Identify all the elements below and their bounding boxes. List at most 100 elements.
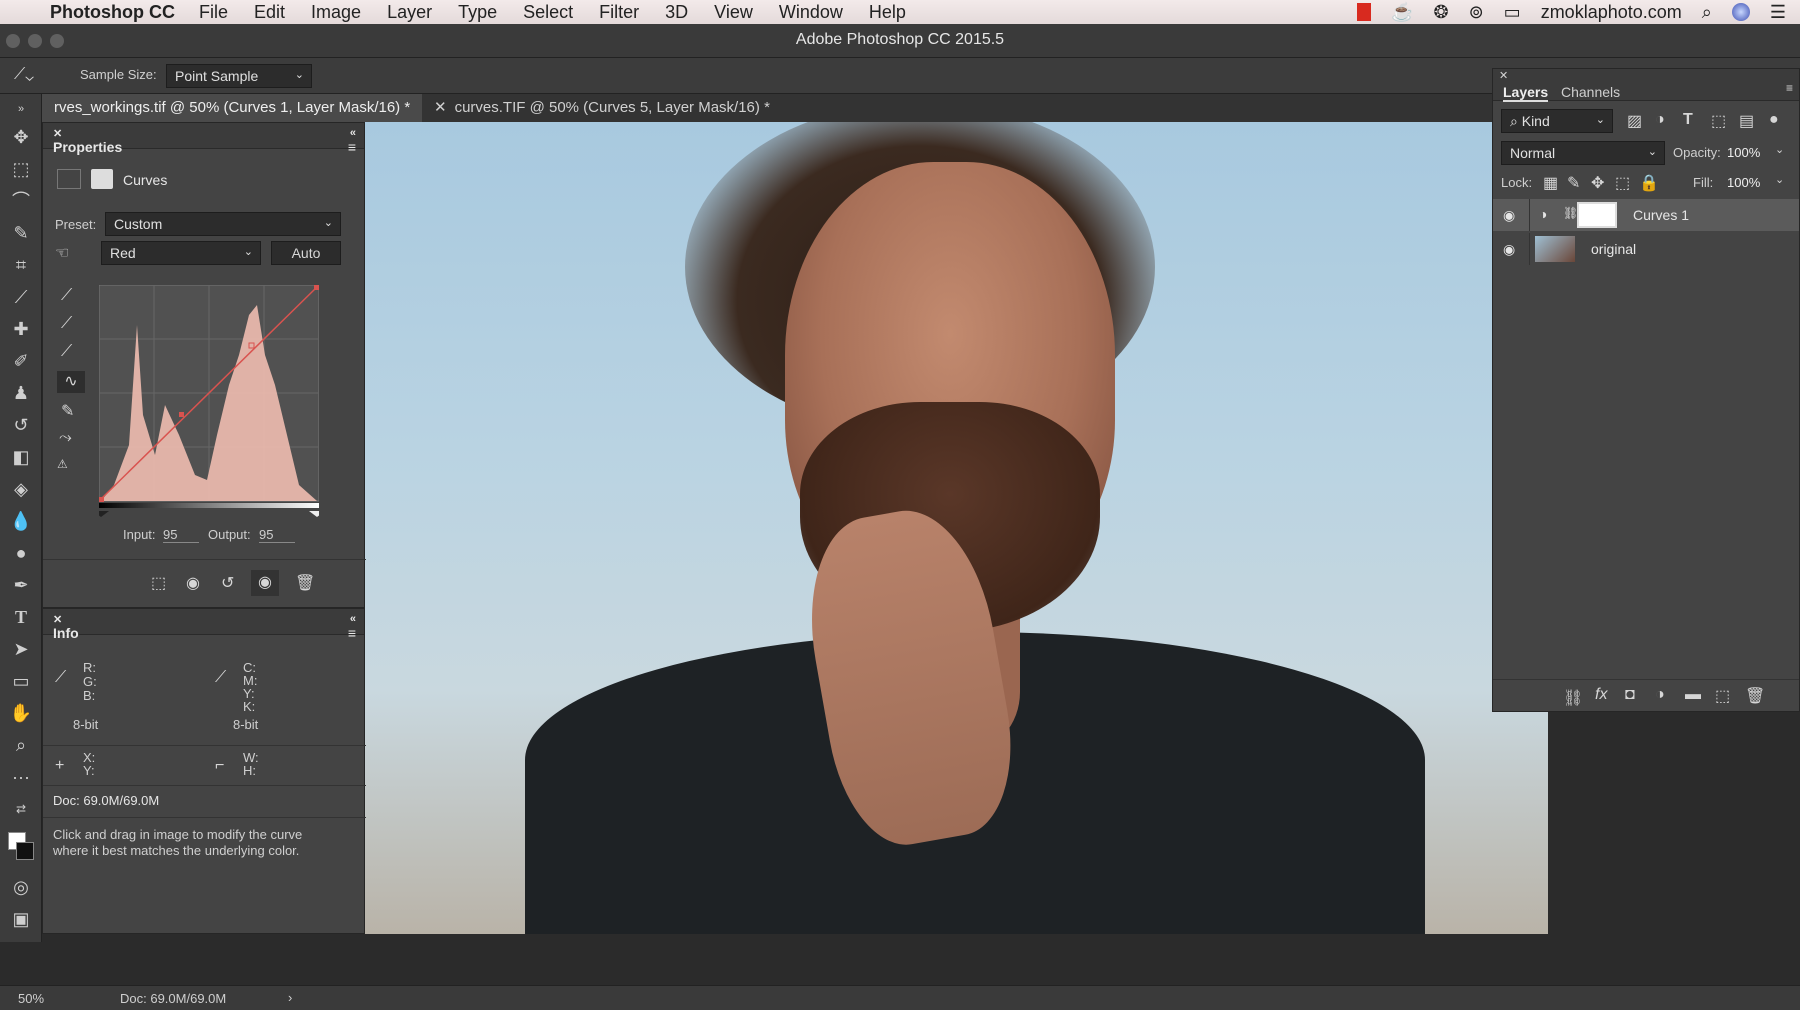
eyedropper-tool-preset-icon[interactable]: ⟋⌄ <box>14 66 34 84</box>
tab-channels[interactable]: Channels <box>1561 84 1620 100</box>
layer-row-curves[interactable]: ◉ ◑ ⛓ Curves 1 <box>1493 199 1799 231</box>
shape-tool-icon[interactable]: ▭ <box>6 668 36 694</box>
view-previous-icon[interactable]: ◉ <box>186 573 200 593</box>
lock-all-icon[interactable]: 🔒 <box>1639 173 1659 193</box>
filter-toggle-icon[interactable]: ● <box>1769 111 1779 129</box>
eyedropper-tool-icon[interactable]: ⟋ <box>6 284 36 310</box>
eraser-tool-icon[interactable]: ◧ <box>6 444 36 470</box>
menu-filter[interactable]: Filter <box>599 2 639 23</box>
notification-list-icon[interactable]: ☰ <box>1770 2 1786 23</box>
pencil-draw-icon[interactable]: ✎ <box>61 401 74 421</box>
layer-thumbnail[interactable] <box>1535 236 1575 262</box>
airplay-icon[interactable]: ▭ <box>1504 2 1521 23</box>
gray-point-eyedropper-icon[interactable]: ⟋ <box>61 315 72 333</box>
marquee-tool-icon[interactable]: ⬚ <box>6 156 36 182</box>
new-layer-icon[interactable]: ⬚ <box>1715 686 1730 706</box>
layer-name[interactable]: original <box>1591 241 1636 257</box>
lasso-tool-icon[interactable]: ⌒ <box>6 188 36 214</box>
visibility-eye-icon[interactable]: ◉ <box>1503 241 1515 258</box>
smooth-curve-icon[interactable]: ⤳ <box>59 429 72 447</box>
document-canvas[interactable] <box>365 122 1548 934</box>
panel-menu-icon[interactable]: ≡ <box>348 625 356 641</box>
toolbar-collapse-icon[interactable]: » <box>6 96 36 122</box>
healing-brush-tool-icon[interactable]: ✚ <box>6 316 36 342</box>
menu-app-name[interactable]: Photoshop CC <box>50 2 175 23</box>
fill-value[interactable]: 100% <box>1727 175 1760 190</box>
pen-tool-icon[interactable]: ✒ <box>6 572 36 598</box>
menu-layer[interactable]: Layer <box>387 2 432 23</box>
opacity-value[interactable]: 100% <box>1727 145 1760 160</box>
filter-type-icon[interactable]: T <box>1683 111 1693 129</box>
visibility-eye-icon[interactable]: ◉ <box>251 570 279 596</box>
panel-menu-icon[interactable]: ≡ <box>348 139 356 155</box>
background-color-swatch[interactable] <box>16 842 34 860</box>
layer-filter-select[interactable]: ⌕ Kind ⌄ <box>1501 109 1613 133</box>
link-icon[interactable]: ⛓ <box>1563 206 1578 220</box>
white-point-eyedropper-icon[interactable]: ⟋ <box>61 343 72 361</box>
more-tools-icon[interactable]: ··· <box>6 764 36 790</box>
type-tool-icon[interactable]: T <box>6 604 36 630</box>
screen-mode-icon[interactable]: ▣ <box>6 906 36 932</box>
menu-edit[interactable]: Edit <box>254 2 285 23</box>
brush-tool-icon[interactable]: ✐ <box>6 348 36 374</box>
crop-tool-icon[interactable]: ⌗ <box>6 252 36 278</box>
paint-bucket-tool-icon[interactable]: ◈ <box>6 476 36 502</box>
delete-icon[interactable]: 🗑 <box>295 573 315 593</box>
curves-graph[interactable] <box>99 285 319 517</box>
new-adjustment-icon[interactable]: ◑ <box>1655 686 1665 704</box>
tab-layers[interactable]: Layers <box>1503 84 1549 102</box>
swap-colors-icon[interactable]: ⇄ <box>6 796 36 822</box>
auto-button[interactable]: Auto <box>271 241 341 265</box>
channel-select[interactable]: Red ⌄ <box>101 241 261 265</box>
creative-cloud-icon[interactable]: ❂ <box>1433 2 1448 23</box>
quick-mask-icon[interactable]: ◎ <box>6 874 36 900</box>
clip-to-layer-icon[interactable]: ⬚ <box>151 573 166 593</box>
menu-file[interactable]: File <box>199 2 228 23</box>
panel-collapse-icon[interactable]: « <box>350 613 356 625</box>
zoom-level[interactable]: 50% <box>18 991 44 1006</box>
layer-name[interactable]: Curves 1 <box>1633 207 1689 223</box>
tab-document-2[interactable]: ✕ curves.TIF @ 50% (Curves 5, Layer Mask/… <box>422 94 782 122</box>
dodge-tool-icon[interactable]: ● <box>6 540 36 566</box>
filter-shape-icon[interactable]: ⬚ <box>1711 111 1726 131</box>
visibility-eye-icon[interactable]: ◉ <box>1503 207 1515 224</box>
clipping-warning-icon[interactable]: ⚠ <box>57 457 68 471</box>
black-point-eyedropper-icon[interactable]: ⟋ <box>61 287 72 305</box>
filter-pixel-icon[interactable]: ▨ <box>1627 111 1642 131</box>
menu-view[interactable]: View <box>714 2 753 23</box>
chevron-down-icon[interactable]: ⌄ <box>1775 143 1784 156</box>
sample-size-select[interactable]: Point Sample ⌄ <box>166 64 312 88</box>
input-field[interactable]: 95 <box>163 527 199 543</box>
blur-tool-icon[interactable]: 💧 <box>6 508 36 534</box>
search-icon[interactable]: ⌕ <box>1702 2 1712 23</box>
siri-icon[interactable] <box>1731 3 1750 21</box>
blend-mode-select[interactable]: Normal ⌄ <box>1501 141 1665 165</box>
status-menu-arrow-icon[interactable]: › <box>288 990 292 1005</box>
chevron-down-icon[interactable]: ⌄ <box>1775 173 1784 186</box>
clone-stamp-tool-icon[interactable]: ♟ <box>6 380 36 406</box>
link-layers-icon[interactable]: ⛓ <box>1563 688 1583 708</box>
menu-type[interactable]: Type <box>458 2 497 23</box>
quick-select-tool-icon[interactable]: ✎ <box>6 220 36 246</box>
zoom-tool-icon[interactable]: ⌕ <box>6 732 36 758</box>
tab-document-1[interactable]: rves_workings.tif @ 50% (Curves 1, Layer… <box>42 94 423 122</box>
delete-layer-icon[interactable]: 🗑 <box>1745 686 1765 706</box>
targeted-adjustment-icon[interactable]: ☜ <box>55 243 69 263</box>
layer-mask-thumbnail[interactable] <box>1577 202 1617 228</box>
menu-help[interactable]: Help <box>869 2 906 23</box>
layer-row-original[interactable]: ◉ original <box>1493 233 1799 265</box>
panel-close-icon[interactable]: ✕ <box>1499 69 1508 82</box>
lock-position-icon[interactable]: ✥ <box>1591 173 1604 193</box>
sync-icon[interactable]: ⊚ <box>1469 2 1484 23</box>
add-mask-icon[interactable]: ◘ <box>1625 686 1635 704</box>
output-field[interactable]: 95 <box>259 527 295 543</box>
filter-adjustment-icon[interactable]: ◑ <box>1655 111 1665 129</box>
menu-window[interactable]: Window <box>779 2 843 23</box>
curve-edit-points-icon[interactable]: ∿ <box>57 371 85 393</box>
lock-image-icon[interactable]: ✎ <box>1567 173 1580 193</box>
lock-artboard-icon[interactable]: ⬚ <box>1615 173 1630 193</box>
panel-collapse-icon[interactable]: « <box>350 127 356 139</box>
history-brush-tool-icon[interactable]: ↺ <box>6 412 36 438</box>
panel-menu-icon[interactable]: ≡ <box>1786 81 1793 95</box>
lock-transparency-icon[interactable]: ▦ <box>1543 173 1558 193</box>
